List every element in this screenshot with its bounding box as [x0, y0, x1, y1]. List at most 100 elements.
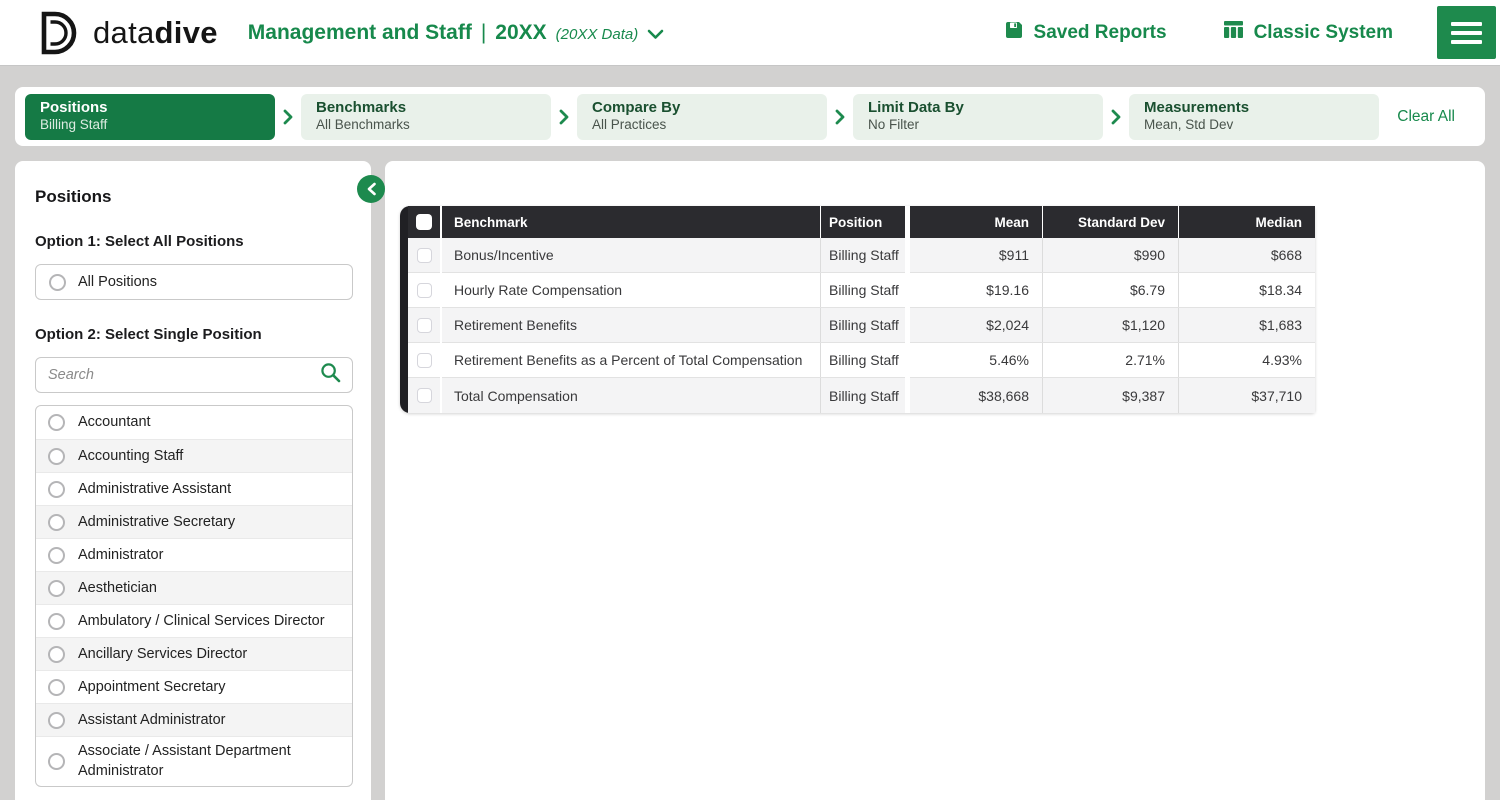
row-checkbox[interactable]: [417, 353, 432, 368]
step-subtitle: All Practices: [592, 117, 812, 134]
position-list-item[interactable]: Administrative Secretary: [36, 505, 352, 538]
position-list-item[interactable]: Aesthetician: [36, 571, 352, 604]
table-row[interactable]: Bonus/Incentive Billing Staff $911 $990 …: [408, 238, 1315, 273]
radio-icon[interactable]: [48, 753, 65, 770]
median-cell: 4.93%: [1179, 343, 1315, 378]
stepper-step[interactable]: Measurements Mean, Std Dev: [1129, 94, 1379, 140]
row-check-cell: [408, 238, 440, 273]
position-list-item[interactable]: Appointment Secretary: [36, 670, 352, 703]
benchmark-cell: Bonus/Incentive: [442, 238, 820, 273]
position-label: Appointment Secretary: [78, 677, 226, 697]
position-label: Associate / Assistant Department Adminis…: [78, 741, 340, 782]
row-checkbox[interactable]: [417, 248, 432, 263]
position-list-item[interactable]: Ancillary Services Director: [36, 637, 352, 670]
standard-dev-cell: $1,120: [1043, 308, 1178, 343]
sidebar-title: Positions: [35, 187, 353, 207]
hamburger-menu-button[interactable]: [1437, 6, 1496, 59]
results-panel: Benchmark Position Mean Standard Dev Med…: [385, 161, 1485, 800]
saved-reports-link[interactable]: Saved Reports: [1004, 20, 1167, 46]
position-label: Ambulatory / Clinical Services Director: [78, 611, 325, 631]
standard-dev-cell: $6.79: [1043, 273, 1178, 308]
position-list-item[interactable]: Associate / Assistant Department Adminis…: [36, 736, 352, 786]
clear-all-button[interactable]: Clear All: [1397, 108, 1455, 126]
step-subtitle: Billing Staff: [40, 117, 260, 134]
table-row[interactable]: Retirement Benefits Billing Staff $2,024…: [408, 308, 1315, 343]
radio-icon[interactable]: [49, 274, 66, 291]
search-icon[interactable]: [320, 362, 341, 388]
step-title: Limit Data By: [868, 99, 1088, 118]
positions-sidebar: Positions Option 1: Select All Positions…: [15, 161, 371, 800]
chevron-right-icon: [835, 109, 845, 125]
logo[interactable]: datadive: [35, 11, 218, 55]
row-checkbox[interactable]: [417, 283, 432, 298]
position-list-item[interactable]: Administrator: [36, 538, 352, 571]
mean-cell: 5.46%: [910, 343, 1042, 378]
position-list-item[interactable]: Administrative Assistant: [36, 472, 352, 505]
table-row[interactable]: Retirement Benefits as a Percent of Tota…: [408, 343, 1315, 378]
col-header-benchmark[interactable]: Benchmark: [442, 206, 820, 238]
radio-icon[interactable]: [48, 448, 65, 465]
position-cell: Billing Staff: [821, 308, 905, 343]
row-check-cell: [408, 378, 440, 413]
radio-icon[interactable]: [48, 613, 65, 630]
mean-cell: $2,024: [910, 308, 1042, 343]
stepper-step[interactable]: Compare By All Practices: [577, 94, 827, 140]
row-checkbox[interactable]: [417, 388, 432, 403]
all-positions-label: All Positions: [78, 274, 157, 290]
radio-icon[interactable]: [48, 679, 65, 696]
mean-cell: $38,668: [910, 378, 1042, 413]
classic-system-link[interactable]: Classic System: [1223, 20, 1393, 45]
header-links: Saved Reports Classic System: [1004, 20, 1393, 46]
position-cell: Billing Staff: [821, 273, 905, 308]
radio-icon[interactable]: [48, 712, 65, 729]
col-header-mean[interactable]: Mean: [910, 206, 1042, 238]
report-title[interactable]: Management and Staff | 20XX (20XX Data): [248, 21, 664, 45]
report-title-year: 20XX: [495, 21, 546, 45]
mean-cell: $19.16: [910, 273, 1042, 308]
col-header-position[interactable]: Position: [821, 206, 905, 238]
filter-stepper: Positions Billing Staff Benchmarks All B…: [15, 87, 1485, 146]
table-row[interactable]: Total Compensation Billing Staff $38,668…: [408, 378, 1315, 413]
median-cell: $37,710: [1179, 378, 1315, 413]
chevron-down-icon[interactable]: [647, 27, 664, 45]
stepper-steps: Positions Billing Staff Benchmarks All B…: [25, 94, 1379, 140]
positions-list: Accountant Accounting Staff Administrati…: [35, 405, 353, 787]
search-input[interactable]: [48, 367, 320, 383]
standard-dev-cell: 2.71%: [1043, 343, 1178, 378]
radio-icon[interactable]: [48, 580, 65, 597]
stepper-step[interactable]: Benchmarks All Benchmarks: [301, 94, 551, 140]
select-all-checkbox[interactable]: [416, 214, 432, 230]
position-list-item[interactable]: Assistant Administrator: [36, 703, 352, 736]
position-cell: Billing Staff: [821, 343, 905, 378]
sidebar-collapse-button[interactable]: [357, 175, 385, 203]
saved-reports-label: Saved Reports: [1034, 22, 1167, 44]
stepper-step[interactable]: Limit Data By No Filter: [853, 94, 1103, 140]
row-checkbox[interactable]: [417, 318, 432, 333]
row-check-cell: [408, 308, 440, 343]
col-header-standard-dev[interactable]: Standard Dev: [1043, 206, 1178, 238]
row-check-cell: [408, 343, 440, 378]
benchmark-table: Benchmark Position Mean Standard Dev Med…: [400, 206, 1315, 413]
benchmark-cell: Hourly Rate Compensation: [442, 273, 820, 308]
median-cell: $18.34: [1179, 273, 1315, 308]
step-title: Positions: [40, 99, 260, 118]
position-list-item[interactable]: Accountant: [36, 406, 352, 439]
report-title-main: Management and Staff: [248, 21, 472, 45]
radio-icon[interactable]: [48, 514, 65, 531]
standard-dev-cell: $990: [1043, 238, 1178, 273]
position-list-item[interactable]: Ambulatory / Clinical Services Director: [36, 604, 352, 637]
all-positions-option[interactable]: All Positions: [35, 264, 353, 300]
radio-icon[interactable]: [48, 414, 65, 431]
radio-icon[interactable]: [48, 481, 65, 498]
table-row[interactable]: Hourly Rate Compensation Billing Staff $…: [408, 273, 1315, 308]
radio-icon[interactable]: [48, 646, 65, 663]
position-list-item[interactable]: Accounting Staff: [36, 439, 352, 472]
stepper-step[interactable]: Positions Billing Staff: [25, 94, 275, 140]
radio-icon[interactable]: [48, 547, 65, 564]
chevron-right-icon: [1111, 109, 1121, 125]
table-header-row: Benchmark Position Mean Standard Dev Med…: [408, 206, 1315, 238]
col-header-median[interactable]: Median: [1179, 206, 1315, 238]
option2-heading: Option 2: Select Single Position: [35, 326, 353, 343]
position-label: Administrator: [78, 545, 163, 565]
columns-table-icon: [1223, 20, 1244, 45]
